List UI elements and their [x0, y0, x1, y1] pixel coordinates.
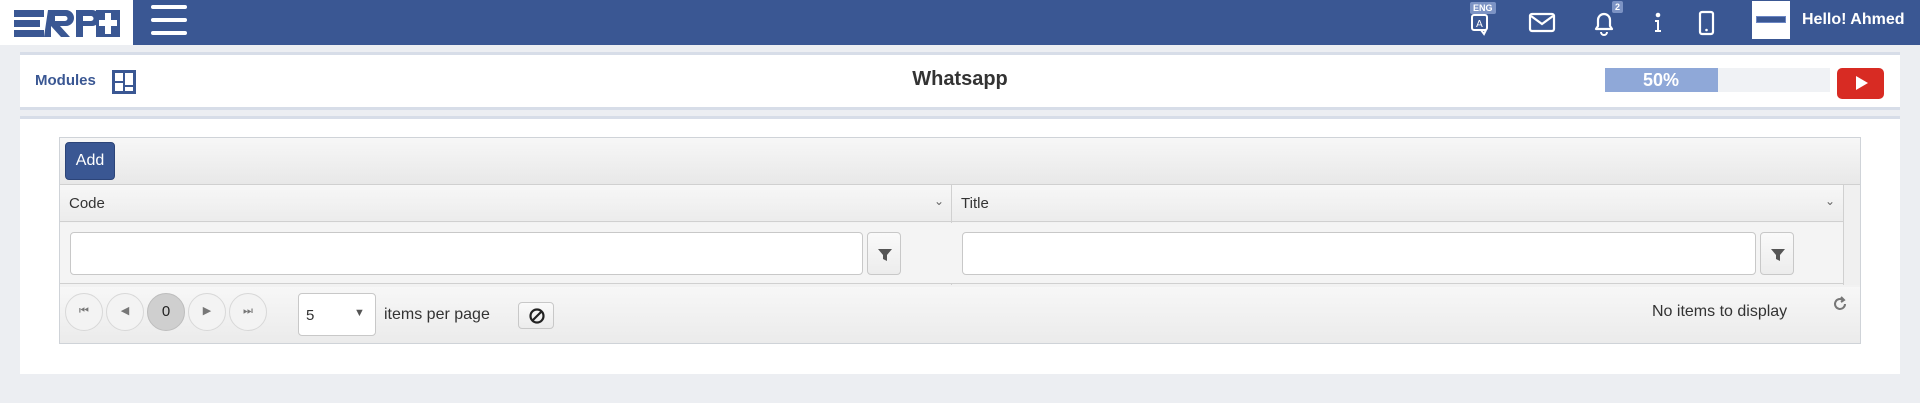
info-icon	[1655, 12, 1661, 32]
grid-header-row: Code ⌄ Title ⌄	[60, 185, 1860, 222]
chevron-down-icon[interactable]: ⌄	[1825, 194, 1835, 208]
page-size-value: 5	[306, 307, 315, 324]
cancel-icon	[529, 308, 545, 324]
hamburger-bar	[151, 5, 187, 9]
grid-filter-row	[60, 223, 1860, 284]
page-size-select[interactable]: 5 ▼	[298, 293, 376, 336]
column-header-code[interactable]: Code ⌄	[60, 185, 951, 222]
menu-toggle-button[interactable]	[149, 3, 189, 37]
mobile-app-button[interactable]	[1691, 6, 1723, 38]
language-badge: ENG	[1470, 2, 1496, 14]
first-page-button[interactable]: ⏮	[65, 293, 103, 331]
data-grid: Add Code ⌄ Title ⌄ ⏮ ◀ 0 ▶ ⏭ 5 ▼ items p…	[59, 137, 1861, 344]
code-filter-input[interactable]	[70, 232, 863, 275]
erp-logo[interactable]	[0, 0, 133, 45]
setup-progress-bar: 50%	[1605, 68, 1830, 92]
user-greeting[interactable]: Hello! Ahmed	[1802, 11, 1905, 29]
column-header-title[interactable]: Title ⌄	[952, 185, 1843, 222]
filter-icon	[1771, 249, 1785, 261]
refresh-icon	[1834, 296, 1846, 310]
language-button[interactable]: A ENG	[1468, 2, 1500, 38]
mail-icon	[1528, 12, 1556, 33]
previous-page-button[interactable]: ◀	[106, 293, 144, 331]
mobile-phone-icon	[1698, 10, 1715, 36]
erp-logo-mark	[14, 10, 120, 37]
current-page-button[interactable]: 0	[147, 293, 185, 331]
title-filter-button[interactable]	[1760, 232, 1794, 275]
info-button[interactable]	[1643, 6, 1675, 38]
filter-icon	[878, 249, 892, 261]
grid-toolbar: Add	[60, 138, 1860, 185]
chevron-down-icon[interactable]: ⌄	[934, 194, 944, 208]
hamburger-bar	[151, 31, 187, 35]
messages-button[interactable]	[1527, 6, 1559, 38]
progress-label: 50%	[1642, 70, 1680, 90]
dropdown-arrow-icon: ▼	[354, 307, 365, 319]
last-page-button[interactable]: ⏭	[229, 293, 267, 331]
pager-info: No items to display	[1652, 303, 1788, 320]
user-avatar[interactable]	[1752, 1, 1790, 39]
grid-pager: ⏮ ◀ 0 ▶ ⏭ 5 ▼ items per page No items to…	[60, 287, 1860, 343]
module-header: Modules Whatsapp 50%	[20, 52, 1900, 110]
add-button[interactable]: Add	[65, 142, 115, 180]
youtube-tutorial-button[interactable]	[1837, 68, 1884, 99]
main-content: Add Code ⌄ Title ⌄ ⏮ ◀ 0 ▶ ⏭ 5 ▼ items p…	[20, 116, 1900, 374]
code-filter-button[interactable]	[867, 232, 901, 275]
clear-filters-button[interactable]	[518, 302, 554, 329]
avatar-image	[1756, 16, 1786, 23]
column-header-label: Title	[961, 195, 989, 212]
notifications-count-badge: 2	[1612, 1, 1624, 13]
next-page-button[interactable]: ▶	[188, 293, 226, 331]
items-per-page-label: items per page	[384, 306, 490, 323]
column-header-label: Code	[69, 195, 105, 212]
hamburger-bar	[151, 18, 187, 22]
svg-text:A: A	[1476, 19, 1483, 30]
grid-scrollbar[interactable]	[1843, 185, 1860, 285]
title-filter-input[interactable]	[962, 232, 1756, 275]
notifications-button[interactable]: 2	[1588, 1, 1624, 38]
refresh-button[interactable]	[1830, 294, 1850, 314]
top-navbar: A ENG 2 Hello! Ahmed	[0, 0, 1920, 45]
